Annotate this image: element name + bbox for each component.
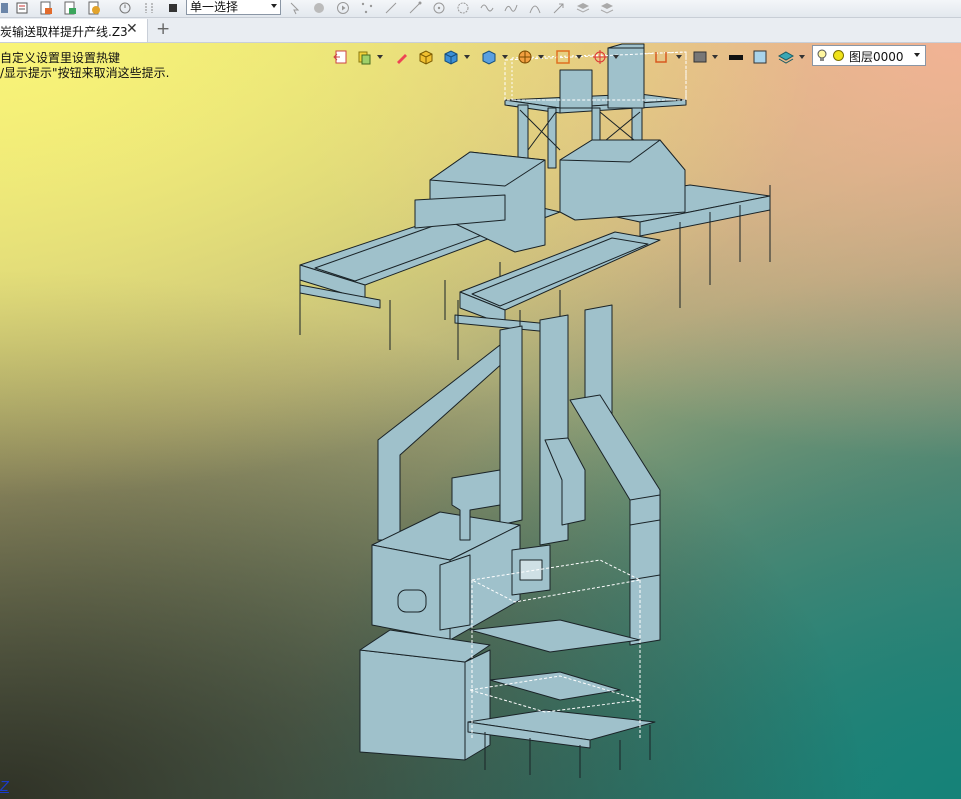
layer-select[interactable]: 图层0000 [812, 45, 926, 66]
document-tab-title: 炭输送取样提升产线.Z3 [0, 25, 128, 39]
wireframe-icon[interactable] [517, 49, 533, 65]
close-icon[interactable]: ✕ [126, 21, 138, 37]
view-orient-icon[interactable] [481, 49, 497, 65]
document-tab[interactable]: 炭输送取样提升产线.Z3 ✕ [0, 19, 148, 42]
chute-vertical [629, 494, 661, 646]
dimension-icon[interactable] [653, 49, 669, 65]
pick-gear-icon[interactable] [456, 1, 470, 15]
layer-stack-icon[interactable] [778, 49, 794, 65]
hint-text: /显示提示"按钮来取消这些提示. [0, 66, 170, 80]
base-block-side [464, 649, 491, 761]
frame-icon[interactable] [555, 49, 571, 65]
bulb-icon [817, 49, 827, 61]
motor [397, 589, 427, 613]
tb-doc-icon[interactable] [63, 1, 77, 15]
line-weight-icon[interactable] [728, 49, 744, 65]
head-housing-right-top [607, 43, 645, 49]
head-housing-left [559, 69, 593, 109]
layers-tool-icon[interactable] [356, 49, 372, 65]
tb-grid-icon[interactable] [0, 1, 14, 15]
3d-viewport[interactable]: 自定义设置里设置热键 /显示提示"按钮来取消这些提示. Z 图层0000 [0, 43, 961, 799]
document-tab-bar: 炭输送取样提升产线.Z3 ✕ + [0, 18, 961, 43]
pick-layers-icon[interactable] [576, 1, 590, 15]
column-tall [499, 325, 523, 526]
chevron-down-icon[interactable] [576, 55, 582, 59]
new-tab-button[interactable]: + [156, 19, 170, 39]
pick-points-icon[interactable] [360, 1, 374, 15]
chevron-down-icon [914, 53, 920, 57]
chevron-down-icon[interactable] [464, 55, 470, 59]
pick-line-icon[interactable] [384, 1, 398, 15]
chevron-down-icon[interactable] [538, 55, 544, 59]
top-leg [517, 104, 529, 166]
pick-layers2-icon[interactable] [600, 1, 614, 15]
deck-upper [469, 619, 641, 653]
history-icon[interactable] [118, 1, 132, 15]
cube-blue-icon[interactable] [443, 49, 459, 65]
target-icon[interactable] [592, 49, 608, 65]
chevron-down-icon[interactable] [799, 55, 805, 59]
pick-wave-icon[interactable] [480, 1, 494, 15]
chevron-down-icon[interactable] [712, 55, 718, 59]
chevron-down-icon [271, 4, 277, 8]
chevron-down-icon[interactable] [377, 55, 383, 59]
tb-doc-icon[interactable] [39, 1, 53, 15]
selection-mode-value: 单一选择 [190, 0, 239, 14]
box-shade-icon[interactable] [418, 49, 434, 65]
pencil-icon[interactable] [394, 49, 410, 65]
stop-icon[interactable] [166, 1, 180, 15]
pick-play-icon[interactable] [336, 1, 350, 15]
pick-circle-icon[interactable] [432, 1, 446, 15]
export-icon[interactable] [332, 49, 348, 65]
pick-face-icon[interactable] [312, 1, 326, 15]
chevron-down-icon[interactable] [613, 55, 619, 59]
pick-arc-icon[interactable] [528, 1, 542, 15]
chute-left [377, 344, 516, 541]
pick-arrow-icon[interactable] [288, 1, 302, 15]
layer-color-dot [833, 50, 844, 61]
tb-arrow-icon[interactable] [142, 1, 156, 15]
pick-arrow2-icon[interactable] [552, 1, 566, 15]
axis-label-z: Z [0, 780, 9, 795]
chevron-down-icon[interactable] [676, 55, 682, 59]
selection-mode-select[interactable]: 单一选择 [186, 0, 281, 15]
tb-list-icon[interactable] [15, 1, 29, 15]
base-block-front [359, 649, 466, 761]
pick-line2-icon[interactable] [408, 1, 422, 15]
color-swatch-icon[interactable] [752, 49, 768, 65]
layer-name: 图层0000 [849, 50, 904, 64]
chevron-down-icon[interactable] [502, 55, 508, 59]
main-toolbar: 单一选择 [0, 0, 961, 18]
pick-curve-icon[interactable] [504, 1, 518, 15]
tb-doc-icon[interactable] [87, 1, 101, 15]
display-mode-icon[interactable] [692, 49, 708, 65]
deck-mid [489, 671, 621, 701]
crusher-housing [439, 554, 471, 631]
cad-model[interactable] [0, 43, 961, 799]
